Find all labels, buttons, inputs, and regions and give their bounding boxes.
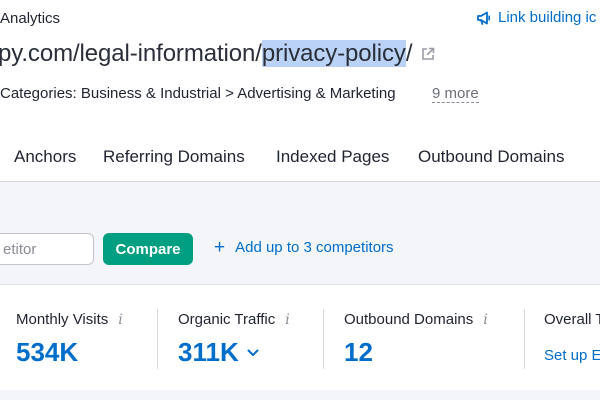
report-tabs: Anchors Referring Domains Indexed Pages … xyxy=(0,134,600,182)
divider xyxy=(157,309,158,369)
divider xyxy=(524,309,525,369)
add-competitors-link[interactable]: + Add up to 3 competitors xyxy=(214,237,394,258)
metric-label-outbound-domains: Outbound Domains i xyxy=(344,311,488,328)
metric-label-text: Organic Traffic xyxy=(178,311,276,328)
metric-label-overall: Overall T xyxy=(544,311,600,328)
metric-value-outbound-domains[interactable]: 12 xyxy=(344,337,373,368)
page-url-row: py.com/legal-information/privacy-policy/ xyxy=(0,40,436,68)
metric-value-monthly-visits[interactable]: 534K xyxy=(16,337,78,368)
categories-text: Categories: Business & Industrial > Adve… xyxy=(0,85,396,102)
plus-icon: + xyxy=(214,237,226,258)
link-building-label: Link building ic xyxy=(498,9,597,26)
tab-outbound-domains[interactable]: Outbound Domains xyxy=(418,147,564,167)
info-icon[interactable]: i xyxy=(483,312,487,328)
page-header: Analytics Link building ic py.com/legal-… xyxy=(0,0,600,182)
metric-label-organic-traffic: Organic Traffic i xyxy=(178,311,290,328)
url-suffix: / xyxy=(405,40,413,67)
page-url[interactable]: py.com/legal-information/privacy-policy/ xyxy=(0,40,413,68)
compare-button[interactable]: Compare xyxy=(103,233,193,265)
link-building-link[interactable]: Link building ic xyxy=(476,9,596,26)
url-prefix: py.com/legal-information/ xyxy=(0,40,262,67)
divider xyxy=(323,309,324,369)
metric-label-monthly-visits: Monthly Visits i xyxy=(16,311,123,328)
breadcrumb[interactable]: Analytics xyxy=(0,10,60,27)
competitor-input[interactable] xyxy=(0,233,94,265)
external-link-icon[interactable] xyxy=(420,46,436,62)
megaphone-icon xyxy=(476,10,492,26)
metric-value-text: 311K xyxy=(178,337,239,367)
metric-label-text: Outbound Domains xyxy=(344,311,474,328)
url-selected-text: privacy-policy xyxy=(261,40,406,67)
tab-indexed-pages[interactable]: Indexed Pages xyxy=(276,147,389,167)
metrics-card: Monthly Visits i 534K Organic Traffic i … xyxy=(0,284,600,390)
info-icon[interactable]: i xyxy=(118,312,122,328)
add-competitors-label: Add up to 3 competitors xyxy=(235,239,394,256)
metric-value-organic-traffic[interactable]: 311K xyxy=(178,337,259,368)
tab-referring-domains[interactable]: Referring Domains xyxy=(103,147,245,167)
setup-link[interactable]: Set up E xyxy=(544,347,600,364)
more-categories-link[interactable]: 9 more xyxy=(432,85,479,103)
tab-anchors[interactable]: Anchors xyxy=(14,147,76,167)
info-icon[interactable]: i xyxy=(285,312,289,328)
chevron-down-icon xyxy=(247,349,259,357)
metric-label-text: Monthly Visits xyxy=(16,311,109,328)
